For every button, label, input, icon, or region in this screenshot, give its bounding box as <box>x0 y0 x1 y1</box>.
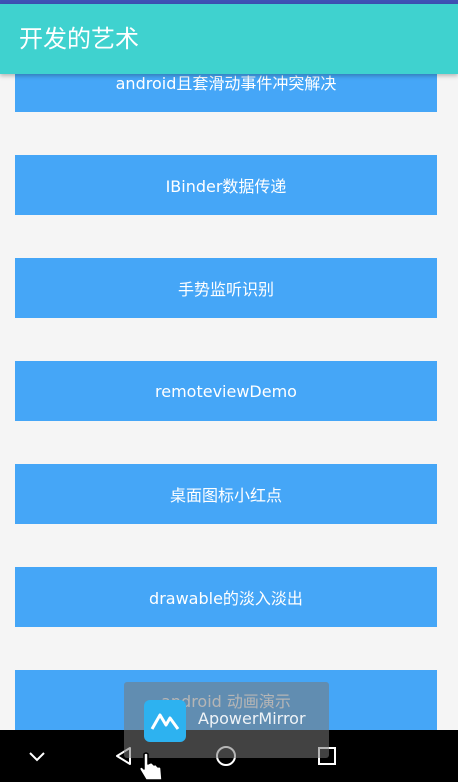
chevron-down-icon[interactable] <box>25 744 49 768</box>
list-button[interactable]: 手势监听识别 <box>15 258 437 318</box>
list-button[interactable]: remoteviewDemo <box>15 361 437 421</box>
list-button[interactable]: drawable的淡入淡出 <box>15 567 437 627</box>
page-title: 开发的艺术 <box>19 25 139 53</box>
apowermirror-overlay[interactable]: ApowerMirror <box>124 682 329 758</box>
apowermirror-label: ApowerMirror <box>198 709 306 728</box>
app-bar: 开发的艺术 <box>0 4 458 74</box>
list-button[interactable]: 桌面图标小红点 <box>15 464 437 524</box>
button-list[interactable]: android且套滑动事件冲突解决 IBinder数据传递 手势监听识别 rem… <box>0 0 458 730</box>
list-button[interactable]: IBinder数据传递 <box>15 155 437 215</box>
hand-cursor-icon <box>139 752 163 781</box>
apowermirror-logo-icon <box>144 700 186 742</box>
